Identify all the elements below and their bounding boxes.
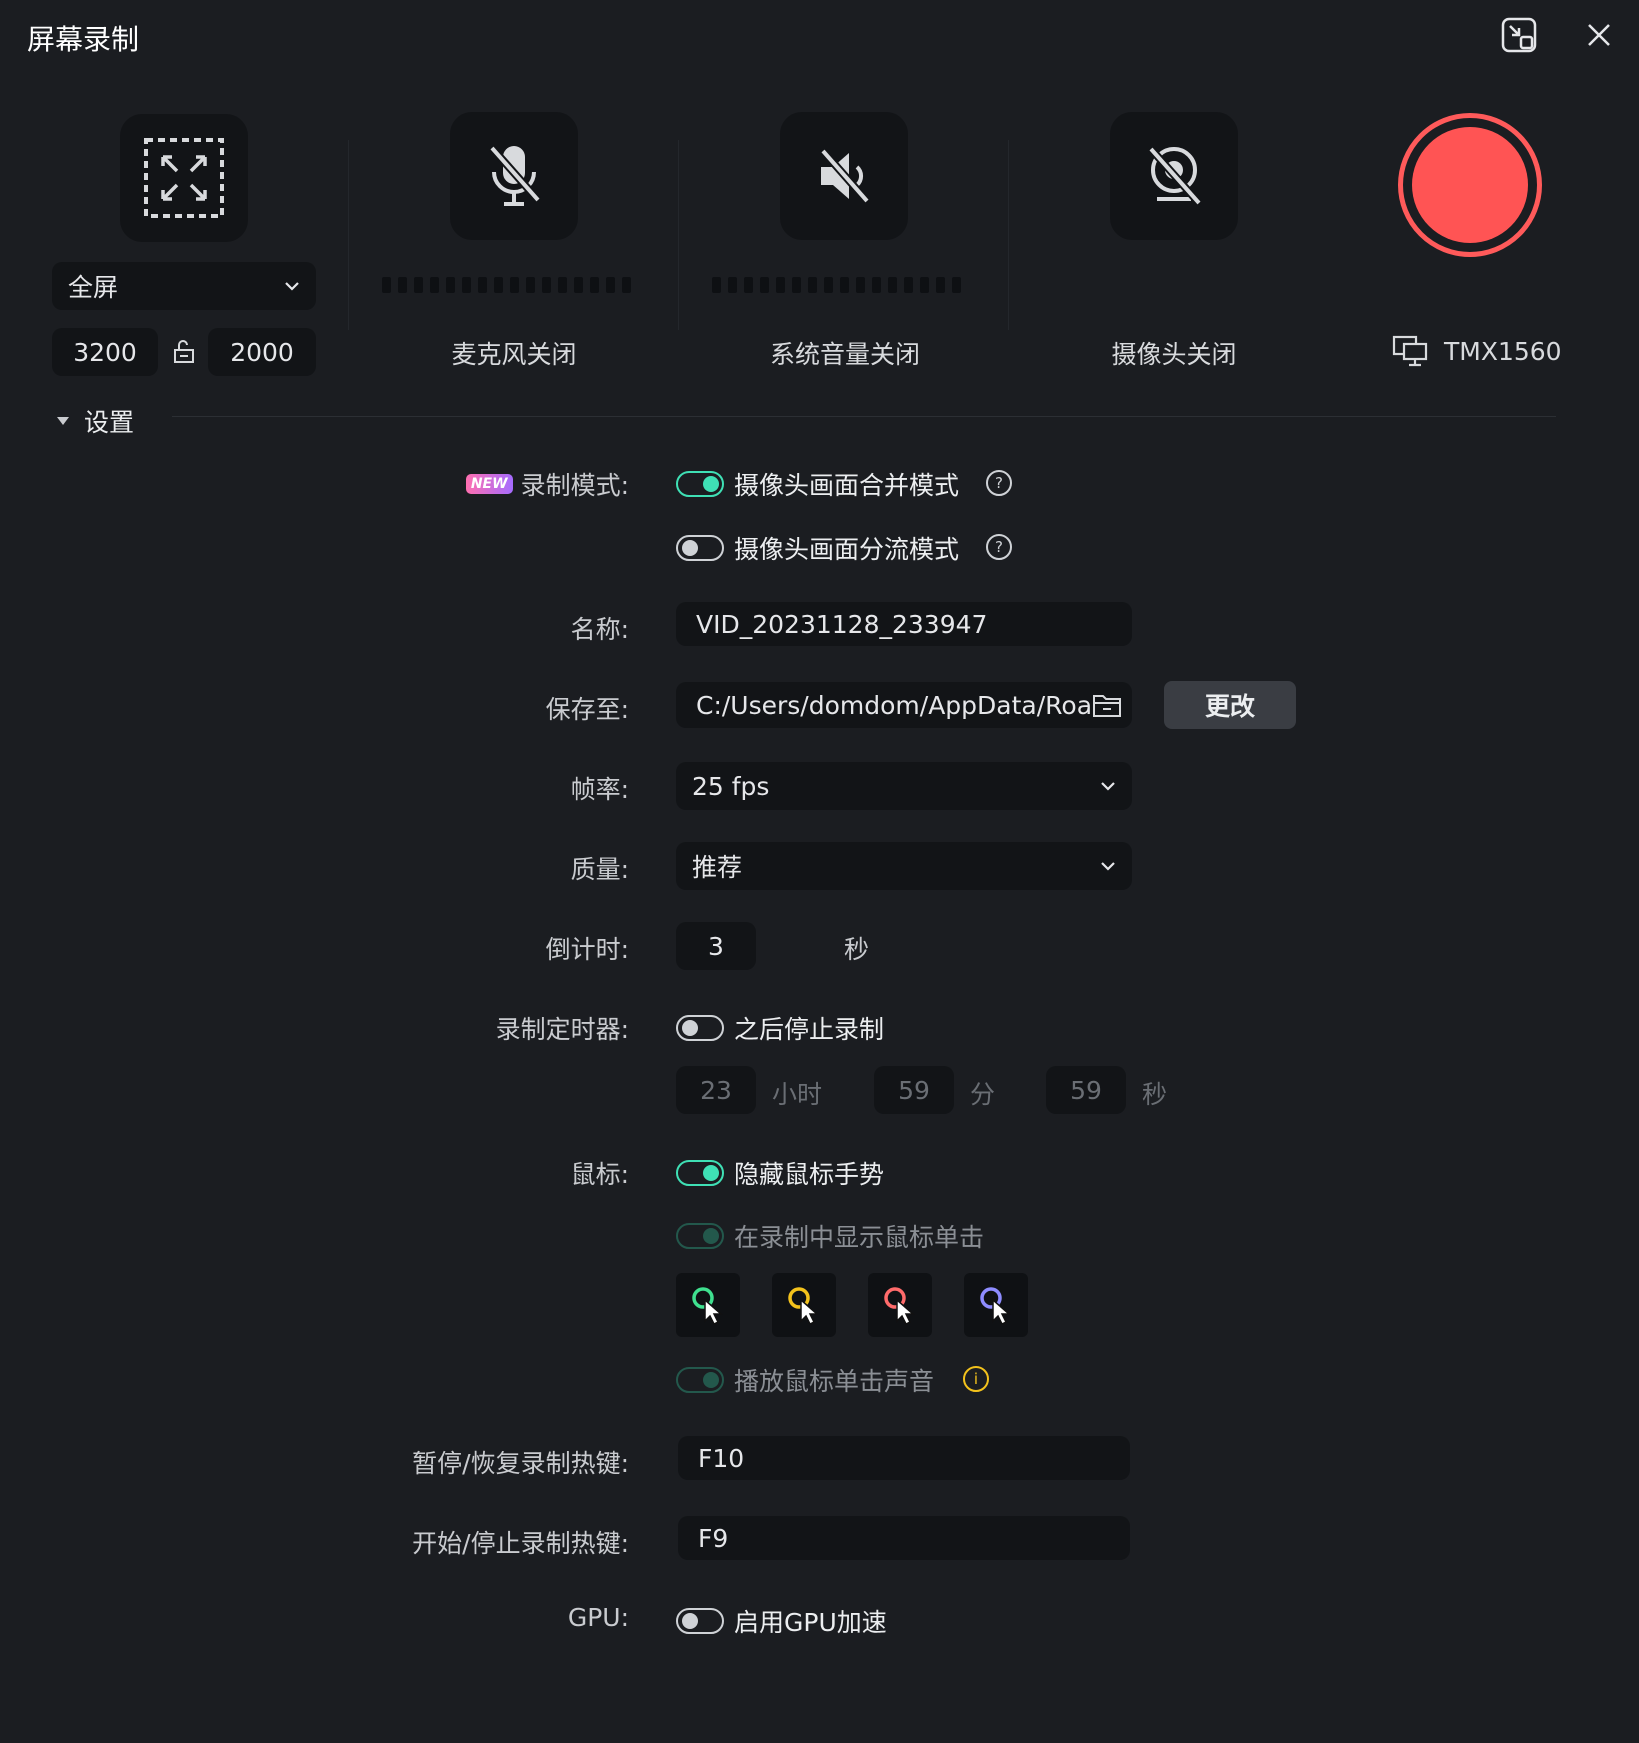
- cursor-style-green[interactable]: [676, 1273, 740, 1337]
- unlock-icon: [174, 340, 194, 363]
- countdown-label: 倒计时:: [545, 935, 629, 964]
- aspect-lock-button[interactable]: [172, 340, 196, 368]
- save-path-input[interactable]: C:/Users/domdom/AppData/Roa: [676, 682, 1132, 728]
- fullscreen-icon: [144, 138, 224, 218]
- mouse-label: 鼠标:: [570, 1160, 629, 1189]
- hide-gesture-option[interactable]: 隐藏鼠标手势: [676, 1155, 884, 1191]
- window-title: 屏幕录制: [27, 23, 140, 56]
- system-audio-level-meter: [712, 277, 961, 293]
- timer-seconds-input[interactable]: 59: [1046, 1066, 1126, 1114]
- cursor-style-purple[interactable]: [964, 1273, 1028, 1337]
- timer-hours-unit: 小时: [772, 1080, 823, 1109]
- record-mode-merge-option[interactable]: 摄像头画面合并模式: [676, 466, 959, 502]
- chevron-down-icon: [285, 282, 299, 291]
- file-name-input[interactable]: VID_20231128_233947: [676, 602, 1132, 646]
- new-badge: NEW: [465, 474, 513, 494]
- timer-seconds-unit: 秒: [1142, 1080, 1168, 1109]
- hide-gesture-toggle[interactable]: [676, 1160, 724, 1186]
- microphone-level-meter: [382, 277, 631, 293]
- show-clicks-option[interactable]: 在录制中显示鼠标单击: [676, 1218, 984, 1254]
- save-to-label: 保存至:: [545, 695, 629, 724]
- camera-toggle-tile[interactable]: [1110, 112, 1238, 240]
- divider: [348, 140, 349, 330]
- quality-label: 质量:: [570, 855, 629, 884]
- start-hotkey-input[interactable]: F9: [678, 1516, 1130, 1560]
- cursor-style-red[interactable]: [868, 1273, 932, 1337]
- speaker-off-icon: [819, 148, 871, 204]
- screen-recorder-window: 屏幕录制 全屏 3200 2000 麦克风关闭 系统音量关闭 摄像头关闭 TMX…: [0, 0, 1639, 1743]
- cursor-click-purple-icon: [980, 1287, 1011, 1325]
- capture-mode-value: 全屏: [68, 273, 119, 302]
- quality-select[interactable]: 推荐: [676, 842, 1132, 890]
- caret-down-icon: [57, 417, 69, 425]
- display-selector[interactable]: TMX1560: [1392, 335, 1562, 367]
- fullscreen-capture-tile[interactable]: [120, 114, 248, 242]
- record-mode-split-option[interactable]: 摄像头画面分流模式: [676, 530, 959, 566]
- countdown-input[interactable]: 3: [676, 922, 756, 970]
- cursor-click-green-icon: [692, 1287, 723, 1325]
- name-label: 名称:: [570, 615, 629, 644]
- cursor-click-yellow-icon: [788, 1287, 819, 1325]
- cursor-style-yellow[interactable]: [772, 1273, 836, 1337]
- show-clicks-toggle[interactable]: [676, 1223, 724, 1249]
- monitor-icon: [1392, 335, 1428, 367]
- timer-option[interactable]: 之后停止录制: [676, 1010, 884, 1046]
- gpu-option[interactable]: 启用GPU加速: [676, 1603, 887, 1639]
- pause-hotkey-label: 暂停/恢复录制热键:: [412, 1449, 629, 1478]
- play-sound-toggle[interactable]: [676, 1367, 724, 1393]
- divider: [678, 140, 679, 330]
- record-button[interactable]: [1398, 113, 1542, 257]
- help-icon[interactable]: ?: [986, 470, 1012, 496]
- camera-off-icon: [1148, 146, 1202, 206]
- microphone-label: 麦克风关闭: [451, 340, 577, 369]
- camera-label: 摄像头关闭: [1111, 340, 1237, 369]
- capture-mode-select[interactable]: 全屏: [52, 262, 316, 310]
- mini-mode-icon: [1501, 17, 1537, 53]
- merge-mode-toggle[interactable]: [676, 471, 724, 497]
- cursor-click-red-icon: [884, 1287, 915, 1325]
- settings-section-toggle[interactable]: 设置: [56, 403, 134, 439]
- close-icon: [1588, 24, 1610, 46]
- timer-hours-input[interactable]: 23: [676, 1066, 756, 1114]
- countdown-unit: 秒: [844, 935, 870, 964]
- info-icon[interactable]: i: [963, 1366, 989, 1392]
- start-hotkey-label: 开始/停止录制热键:: [412, 1529, 629, 1558]
- gpu-toggle[interactable]: [676, 1608, 724, 1634]
- microphone-toggle-tile[interactable]: [450, 112, 578, 240]
- help-icon[interactable]: ?: [986, 534, 1012, 560]
- pause-hotkey-input[interactable]: F10: [678, 1436, 1130, 1480]
- folder-icon: [1093, 695, 1121, 717]
- system-audio-toggle-tile[interactable]: [780, 112, 908, 240]
- settings-title: 设置: [84, 408, 135, 437]
- close-button[interactable]: [1577, 13, 1621, 57]
- capture-width-input[interactable]: 3200: [52, 328, 158, 376]
- system-audio-label: 系统音量关闭: [769, 340, 920, 369]
- timer-toggle[interactable]: [676, 1015, 724, 1041]
- split-mode-toggle[interactable]: [676, 535, 724, 561]
- display-name: TMX1560: [1444, 336, 1562, 366]
- divider: [1008, 140, 1009, 330]
- open-folder-button[interactable]: [1092, 691, 1122, 723]
- chevron-down-icon: [1101, 782, 1115, 791]
- play-sound-option[interactable]: 播放鼠标单击声音: [676, 1362, 934, 1398]
- timer-minutes-input[interactable]: 59: [874, 1066, 954, 1114]
- mini-mode-button[interactable]: [1497, 13, 1541, 57]
- change-path-button[interactable]: 更改: [1164, 681, 1296, 729]
- timer-label: 录制定时器:: [495, 1015, 629, 1044]
- settings-divider: [172, 416, 1556, 417]
- record-dot: [1412, 127, 1528, 243]
- frame-rate-label: 帧率:: [570, 775, 629, 804]
- timer-minutes-unit: 分: [970, 1080, 996, 1109]
- gpu-label: GPU:: [567, 1603, 629, 1632]
- chevron-down-icon: [1101, 862, 1115, 871]
- microphone-off-icon: [489, 145, 541, 206]
- frame-rate-select[interactable]: 25 fps: [676, 762, 1132, 810]
- record-mode-label: NEW 录制模式:: [465, 466, 629, 502]
- capture-height-input[interactable]: 2000: [208, 328, 316, 376]
